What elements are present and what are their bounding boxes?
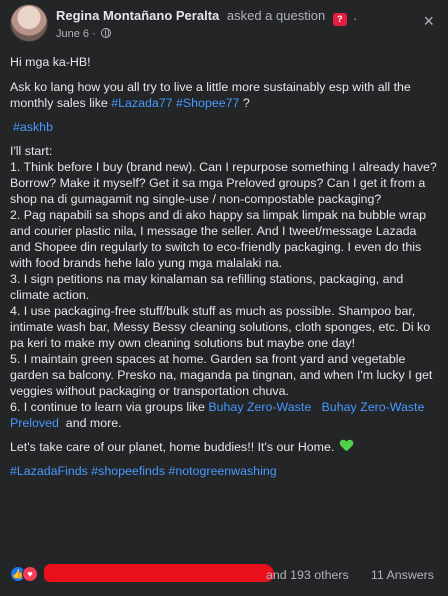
list-item: 1. Think before I buy (brand new). Can I… bbox=[10, 160, 437, 206]
question-paragraph: Ask ko lang how you all try to live a li… bbox=[10, 79, 438, 111]
list-item: 3. I sign petitions na may kinalaman sa … bbox=[10, 272, 404, 302]
hashtag-lazada77[interactable]: #Lazada77 bbox=[111, 96, 172, 110]
group-link-buhay-zero-waste[interactable]: Buhay Zero-Waste bbox=[208, 400, 311, 414]
hashtag-shopee77[interactable]: #Shopee77 bbox=[176, 96, 239, 110]
heart-icon[interactable]: ♥ bbox=[22, 566, 38, 582]
list-item: 2. Pag napabili sa shops and di ako happ… bbox=[10, 208, 427, 270]
post-body: Hi mga ka-HB! Ask ko lang how you all tr… bbox=[10, 54, 438, 487]
post-action: asked a question bbox=[226, 8, 326, 23]
answers-count[interactable]: 11 Answers bbox=[371, 567, 434, 583]
globe-icon bbox=[100, 28, 111, 38]
post-header: Regina Montañano Peralta asked a questio… bbox=[10, 4, 438, 44]
footer-hashtags: #LazadaFinds #shopeefinds #notogreenwash… bbox=[10, 463, 438, 479]
reaction-count[interactable]: and 193 others bbox=[266, 567, 349, 583]
post-date[interactable]: June 6 bbox=[56, 28, 89, 40]
list-item: 4. I use packaging-free stuff/bulk stuff… bbox=[10, 304, 431, 350]
reactions-bar: 👍 ♥ and 193 others 11 Answers bbox=[10, 564, 438, 584]
green-heart-icon bbox=[340, 440, 353, 452]
intro-text: I'll start: bbox=[10, 144, 53, 158]
post-meta: June 6 · bbox=[56, 26, 111, 42]
meta-separator: · bbox=[92, 28, 96, 40]
item6-end: and more. bbox=[65, 416, 122, 430]
post: Regina Montañano Peralta asked a questio… bbox=[0, 0, 448, 596]
item6-text: 6. I continue to learn via groups like bbox=[10, 400, 209, 414]
closing-text: Let's take care of our planet, home budd… bbox=[10, 440, 338, 454]
askhb-paragraph: #askhb bbox=[10, 119, 438, 135]
list-item: 5. I maintain green spaces at home. Gard… bbox=[10, 352, 433, 398]
author-line: Regina Montañano Peralta asked a questio… bbox=[56, 8, 357, 26]
close-icon[interactable]: × bbox=[423, 12, 434, 30]
greeting: Hi mga ka-HB! bbox=[10, 55, 91, 69]
closing-paragraph: Let's take care of our planet, home budd… bbox=[10, 439, 438, 455]
author-name[interactable]: Regina Montañano Peralta bbox=[56, 8, 219, 23]
hashtag-askhb[interactable]: #askhb bbox=[13, 120, 53, 134]
hashtags-footer[interactable]: #LazadaFinds #shopeefinds #notogreenwash… bbox=[10, 464, 277, 478]
question-end: ? bbox=[239, 96, 250, 110]
redacted-names bbox=[44, 564, 274, 582]
separator-dot: . bbox=[353, 8, 358, 23]
question-badge-icon: ? bbox=[332, 13, 347, 26]
avatar[interactable] bbox=[10, 4, 48, 42]
list-item-6: 6. I continue to learn via groups like B… bbox=[10, 399, 438, 431]
